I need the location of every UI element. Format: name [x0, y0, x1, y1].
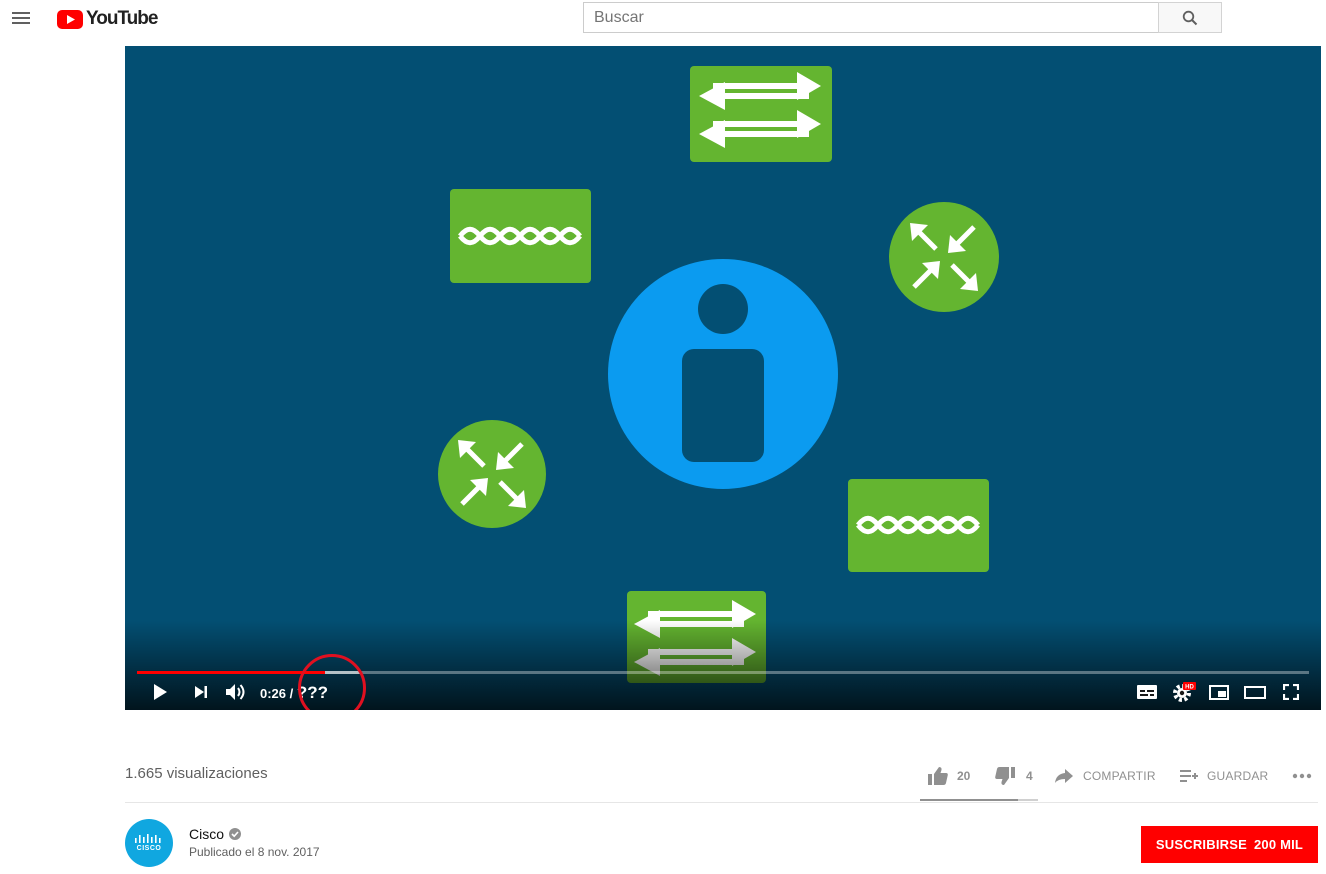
channel-name[interactable]: Cisco: [189, 826, 242, 842]
play-icon: [154, 684, 167, 700]
duration: ???: [296, 683, 329, 702]
youtube-logo[interactable]: YouTube: [57, 8, 158, 30]
search-button[interactable]: [1158, 2, 1222, 33]
save-label: GUARDAR: [1207, 769, 1269, 783]
cisco-logo-icon: [135, 834, 161, 843]
share-label: COMPARTIR: [1083, 769, 1156, 783]
subscriber-count: 200 MIL: [1253, 837, 1304, 852]
subscribe-label: SUSCRIBIRSE: [1155, 837, 1247, 852]
divider: [125, 802, 1318, 803]
hd-badge: HD: [1185, 685, 1194, 691]
like-button[interactable]: 20: [928, 758, 970, 794]
router-node: [889, 202, 999, 312]
youtube-play-logo-icon: [57, 9, 83, 29]
view-count: 1.665 visualizaciones: [125, 765, 268, 782]
masthead: YouTube: [0, 0, 1326, 46]
progress-bar[interactable]: [137, 671, 1309, 674]
avatar-text: CISCO: [136, 845, 162, 852]
miniplayer-button[interactable]: [1204, 678, 1234, 706]
subscribe-button[interactable]: SUSCRIBIRSE 200 MIL: [1141, 826, 1318, 863]
skip-next-icon: [195, 686, 207, 698]
share-icon: [1055, 769, 1073, 783]
subtitles-button[interactable]: [1132, 678, 1162, 706]
sentiment-like-fill: [920, 799, 1019, 801]
theater-mode-button[interactable]: [1240, 678, 1270, 706]
channel-name-text: Cisco: [189, 826, 225, 842]
thumbs-up-icon: [928, 767, 948, 785]
save-button[interactable]: GUARDAR: [1180, 758, 1268, 794]
volume-button[interactable]: [221, 678, 251, 706]
next-button[interactable]: [186, 678, 216, 706]
thumbs-down-icon: [995, 767, 1015, 785]
gear-icon: HD: [1173, 682, 1196, 702]
video-frame: [438, 66, 999, 683]
publish-date: Publicado el 8 nov. 2017: [189, 845, 320, 859]
current-time: 0:26 /: [260, 686, 294, 701]
logo-text: YouTube: [86, 8, 158, 29]
theater-mode-icon: [1244, 685, 1266, 699]
playlist-add-icon: [1180, 770, 1198, 782]
dislike-count: 4: [1026, 769, 1033, 783]
miniplayer-icon: [1209, 684, 1229, 700]
dislike-button[interactable]: 4: [995, 758, 1033, 794]
settings-button[interactable]: HD: [1169, 678, 1199, 706]
more-horiz-icon: [1292, 773, 1312, 779]
sentiment-bar: [920, 799, 1038, 801]
menu-icon[interactable]: [9, 9, 33, 27]
progress-played: [137, 671, 325, 674]
fullscreen-button[interactable]: [1276, 678, 1306, 706]
fullscreen-icon: [1283, 684, 1299, 700]
search-input[interactable]: [583, 2, 1159, 33]
play-button[interactable]: [145, 678, 175, 706]
search-bar: [583, 2, 1222, 33]
volume-icon: [226, 684, 245, 700]
video-player[interactable]: 0:26 / ??? HD: [125, 46, 1321, 710]
search-icon: [1182, 10, 1198, 25]
more-actions-button[interactable]: [1292, 758, 1312, 794]
router-node: [438, 420, 546, 528]
channel-avatar[interactable]: CISCO: [125, 819, 173, 867]
subtitles-icon: [1137, 685, 1157, 699]
verified-icon: [229, 828, 242, 840]
share-button[interactable]: COMPARTIR: [1055, 758, 1156, 794]
time-display: 0:26 / ???: [260, 683, 328, 703]
like-count: 20: [957, 769, 971, 783]
